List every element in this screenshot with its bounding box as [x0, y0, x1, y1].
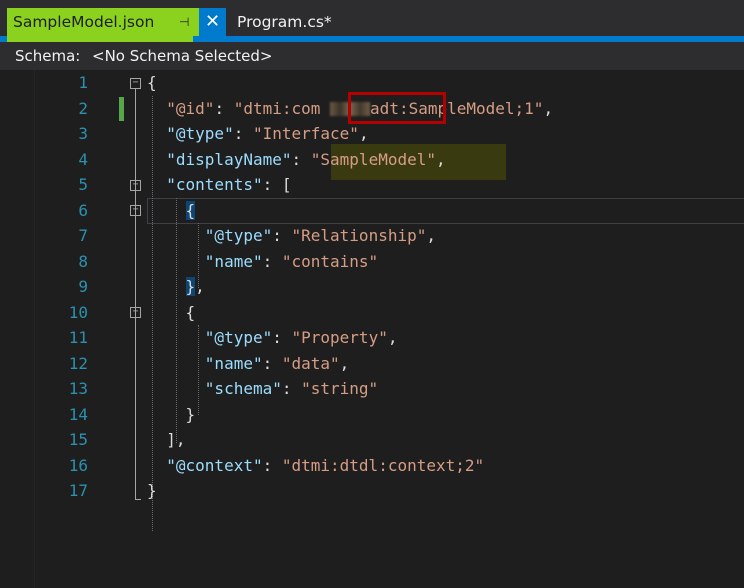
code-line-10: { — [147, 300, 196, 326]
json-string: "SampleModel" — [310, 149, 436, 169]
tab-program-cs[interactable]: Program.cs* — [237, 8, 332, 36]
json-key: "@type" — [166, 124, 234, 143]
line-number: 8 — [78, 251, 88, 271]
separator: : — [272, 328, 292, 347]
comma: , — [426, 226, 436, 245]
code-line-8: "name": "contains" — [147, 249, 378, 275]
tab-label: SampleModel.json ⊣ — [7, 8, 199, 36]
fold-toggle-line-10[interactable]: − — [130, 307, 141, 318]
tab-samplemodel-json[interactable]: SampleModel.json ⊣ ✕ — [7, 8, 226, 36]
json-key: "@context" — [166, 455, 263, 475]
code-line-11: "@type": "Property", — [147, 325, 398, 351]
code-line-1: { — [147, 70, 157, 96]
line-number: 9 — [78, 277, 88, 296]
fold-end — [135, 499, 141, 500]
brace: { — [185, 200, 196, 220]
code-line-4: "displayName": "SampleModel", — [147, 147, 446, 173]
code-line-12: "name": "data", — [147, 351, 350, 377]
comma: , — [436, 149, 446, 169]
line-number: 17 — [68, 481, 88, 500]
line-number: 6 — [78, 200, 88, 220]
tab-label-text: SampleModel.json — [13, 13, 155, 31]
code-line-9: }, — [147, 274, 205, 300]
code-line-6: { — [147, 198, 196, 224]
separator: : [ — [262, 175, 292, 194]
code-editor[interactable]: − − − − 1 2 3 4 5 6 7 8 9 10 11 12 13 14… — [0, 70, 744, 588]
editor-margin-strip — [0, 70, 35, 588]
line-number: 13 — [68, 379, 88, 398]
brace: { — [185, 302, 196, 322]
json-string: "contains" — [281, 251, 379, 271]
json-key: "@type" — [204, 226, 273, 245]
change-marker — [119, 97, 124, 121]
brace: } — [185, 404, 196, 424]
comma: , — [387, 328, 398, 347]
line-number: 5 — [78, 175, 88, 194]
comma: , — [543, 98, 554, 118]
comma: , — [358, 124, 369, 143]
json-key: "@id" — [166, 98, 215, 118]
fold-guide — [135, 89, 136, 499]
code-line-3: "@type": "Interface", — [147, 121, 369, 147]
line-number: 12 — [68, 353, 88, 373]
brace: } — [147, 481, 157, 500]
line-number: 3 — [78, 124, 88, 143]
separator: : — [214, 98, 234, 118]
json-key: "schema" — [204, 379, 282, 398]
code-line-15: ], — [147, 427, 186, 453]
fold-toggle-line-5[interactable]: − — [130, 180, 141, 191]
json-string: "data" — [281, 353, 340, 373]
line-number: 11 — [68, 328, 88, 347]
json-key: "displayName" — [166, 149, 292, 169]
code-line-7: "@type": "Relationship", — [147, 223, 436, 249]
line-number: 16 — [68, 455, 88, 475]
line-number: 15 — [68, 430, 88, 449]
separator: : — [281, 379, 302, 398]
json-key: "contents" — [166, 175, 263, 194]
json-string: "Relationship" — [291, 226, 427, 245]
json-string: "Interface" — [252, 124, 359, 143]
fold-toggle-line-1[interactable]: − — [130, 78, 141, 89]
separator: : — [233, 124, 253, 143]
current-line-indicator — [147, 198, 744, 224]
separator: : — [262, 251, 282, 271]
separator: : — [291, 149, 311, 169]
comma: , — [195, 277, 205, 296]
bracket: ], — [166, 430, 186, 449]
line-number: 7 — [78, 226, 88, 245]
tab-bar: SampleModel.json ⊣ ✕ Program.cs* — [0, 0, 744, 42]
line-number: 2 — [78, 98, 88, 118]
json-key: "name" — [204, 353, 263, 373]
json-string: "dtmi:com — [233, 98, 321, 118]
separator: : — [262, 455, 282, 475]
code-line-13: "schema": "string" — [147, 376, 378, 402]
line-number: 4 — [78, 149, 88, 169]
code-line-16: "@context": "dtmi:dtdl:context;2" — [147, 453, 484, 479]
brace: { — [147, 73, 157, 92]
fold-toggle-line-6[interactable]: − — [130, 205, 141, 216]
code-line-14: } — [147, 402, 196, 428]
json-string: "Property" — [291, 328, 388, 347]
schema-selector[interactable]: <No Schema Selected> — [92, 42, 272, 70]
separator: : — [262, 353, 282, 373]
json-string: "dtmi:dtdl:context;2" — [281, 455, 485, 475]
line-number: 1 — [78, 73, 88, 92]
schema-bar: Schema: <No Schema Selected> — [0, 42, 744, 70]
separator: : — [272, 226, 292, 245]
code-line-17: } — [147, 478, 157, 504]
pin-icon[interactable]: ⊣ — [179, 8, 189, 36]
json-string: "string" — [301, 379, 379, 398]
brace: } — [185, 277, 196, 296]
line-number: 10 — [68, 302, 88, 322]
code-line-5: "contents": [ — [147, 172, 292, 198]
comma: , — [339, 353, 350, 373]
close-icon[interactable]: ✕ — [199, 8, 226, 36]
line-number: 14 — [68, 404, 88, 424]
schema-label: Schema: — [15, 47, 81, 65]
json-key: "name" — [204, 251, 263, 271]
json-key: "@type" — [204, 328, 273, 347]
annotation-box — [348, 92, 446, 124]
